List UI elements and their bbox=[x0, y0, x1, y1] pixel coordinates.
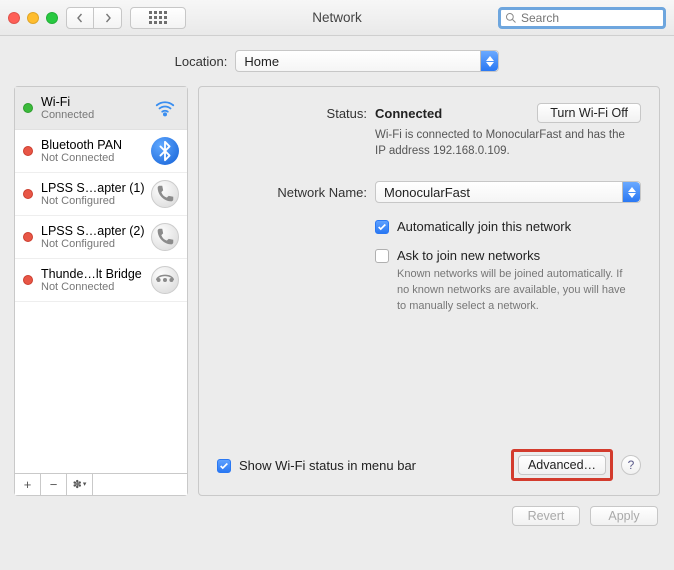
service-list: Wi-Fi Connected Bluetooth PAN Not Connec… bbox=[15, 87, 187, 473]
gear-icon: ✽ bbox=[73, 478, 82, 491]
service-status: Connected bbox=[41, 109, 147, 121]
ask-join-hint: Known networks will be joined automatica… bbox=[397, 267, 637, 315]
phone-icon bbox=[151, 180, 179, 208]
status-description: Wi-Fi is connected to MonocularFast and … bbox=[375, 127, 635, 159]
status-dot-icon bbox=[23, 146, 33, 156]
ask-join-checkbox[interactable] bbox=[375, 249, 389, 263]
forward-button[interactable] bbox=[94, 7, 122, 29]
search-field[interactable] bbox=[498, 7, 666, 29]
service-bluetooth[interactable]: Bluetooth PAN Not Connected bbox=[15, 130, 187, 173]
service-name: Bluetooth PAN bbox=[41, 138, 147, 152]
phone-icon bbox=[151, 223, 179, 251]
minimize-window[interactable] bbox=[27, 12, 39, 24]
bridge-icon bbox=[151, 266, 179, 294]
sidebar-footer-spacer bbox=[93, 474, 187, 495]
service-lpss1[interactable]: LPSS S…apter (1) Not Configured bbox=[15, 173, 187, 216]
grid-icon bbox=[149, 11, 167, 24]
status-dot-icon bbox=[23, 103, 33, 113]
close-window[interactable] bbox=[8, 12, 20, 24]
advanced-highlight: Advanced… bbox=[511, 449, 613, 481]
status-dot-icon bbox=[23, 275, 33, 285]
chevron-left-icon bbox=[75, 13, 85, 23]
nav-group bbox=[66, 7, 122, 29]
service-name: LPSS S…apter (1) bbox=[41, 181, 147, 195]
remove-service-button[interactable]: − bbox=[41, 474, 67, 495]
service-name: Thunde…lt Bridge bbox=[41, 267, 147, 281]
auto-join-checkbox[interactable] bbox=[375, 220, 389, 234]
chevron-right-icon bbox=[103, 13, 113, 23]
service-name: LPSS S…apter (2) bbox=[41, 224, 147, 238]
service-wifi[interactable]: Wi-Fi Connected bbox=[15, 87, 187, 130]
status-dot-icon bbox=[23, 189, 33, 199]
location-label: Location: bbox=[175, 54, 228, 69]
search-input[interactable] bbox=[521, 11, 659, 25]
apply-button[interactable]: Apply bbox=[590, 506, 658, 526]
status-dot-icon bbox=[23, 232, 33, 242]
wifi-icon bbox=[151, 94, 179, 122]
show-all-button[interactable] bbox=[130, 7, 186, 29]
network-name-label: Network Name: bbox=[217, 185, 367, 200]
service-lpss2[interactable]: LPSS S…apter (2) Not Configured bbox=[15, 216, 187, 259]
wifi-toggle-button[interactable]: Turn Wi-Fi Off bbox=[537, 103, 641, 123]
location-row: Location: Home bbox=[14, 50, 660, 72]
service-status: Not Configured bbox=[41, 238, 147, 250]
network-name-select[interactable]: MonocularFast bbox=[375, 181, 641, 203]
window-title: Network bbox=[312, 10, 362, 25]
network-name-value: MonocularFast bbox=[384, 185, 470, 200]
show-menubar-checkbox[interactable] bbox=[217, 459, 231, 473]
zoom-window[interactable] bbox=[46, 12, 58, 24]
status-label: Status: bbox=[217, 103, 367, 121]
location-select[interactable]: Home bbox=[235, 50, 499, 72]
service-status: Not Connected bbox=[41, 152, 147, 164]
location-value: Home bbox=[244, 54, 279, 69]
titlebar: Network bbox=[0, 0, 674, 36]
service-name: Wi-Fi bbox=[41, 95, 147, 109]
search-icon bbox=[505, 12, 517, 24]
traffic-lights bbox=[8, 12, 58, 24]
service-thunderbolt[interactable]: Thunde…lt Bridge Not Connected bbox=[15, 259, 187, 302]
advanced-button[interactable]: Advanced… bbox=[518, 455, 606, 475]
sidebar-footer: + − ✽▾ bbox=[15, 473, 187, 495]
bluetooth-icon bbox=[151, 137, 179, 165]
service-status: Not Connected bbox=[41, 281, 147, 293]
updown-icon bbox=[622, 182, 640, 202]
add-service-button[interactable]: + bbox=[15, 474, 41, 495]
bottom-actions: Revert Apply bbox=[14, 506, 660, 526]
service-actions-button[interactable]: ✽▾ bbox=[67, 474, 93, 495]
updown-icon bbox=[480, 51, 498, 71]
service-status: Not Configured bbox=[41, 195, 147, 207]
show-menubar-label: Show Wi-Fi status in menu bar bbox=[239, 458, 416, 473]
chevron-down-icon: ▾ bbox=[83, 481, 87, 488]
detail-panel: Status: Connected Turn Wi-Fi Off Wi-Fi i… bbox=[198, 86, 660, 496]
help-button[interactable]: ? bbox=[621, 455, 641, 475]
status-value: Connected bbox=[375, 106, 442, 121]
service-sidebar: Wi-Fi Connected Bluetooth PAN Not Connec… bbox=[14, 86, 188, 496]
back-button[interactable] bbox=[66, 7, 94, 29]
ask-join-label: Ask to join new networks bbox=[397, 248, 637, 263]
auto-join-label: Automatically join this network bbox=[397, 219, 571, 234]
revert-button[interactable]: Revert bbox=[512, 506, 580, 526]
